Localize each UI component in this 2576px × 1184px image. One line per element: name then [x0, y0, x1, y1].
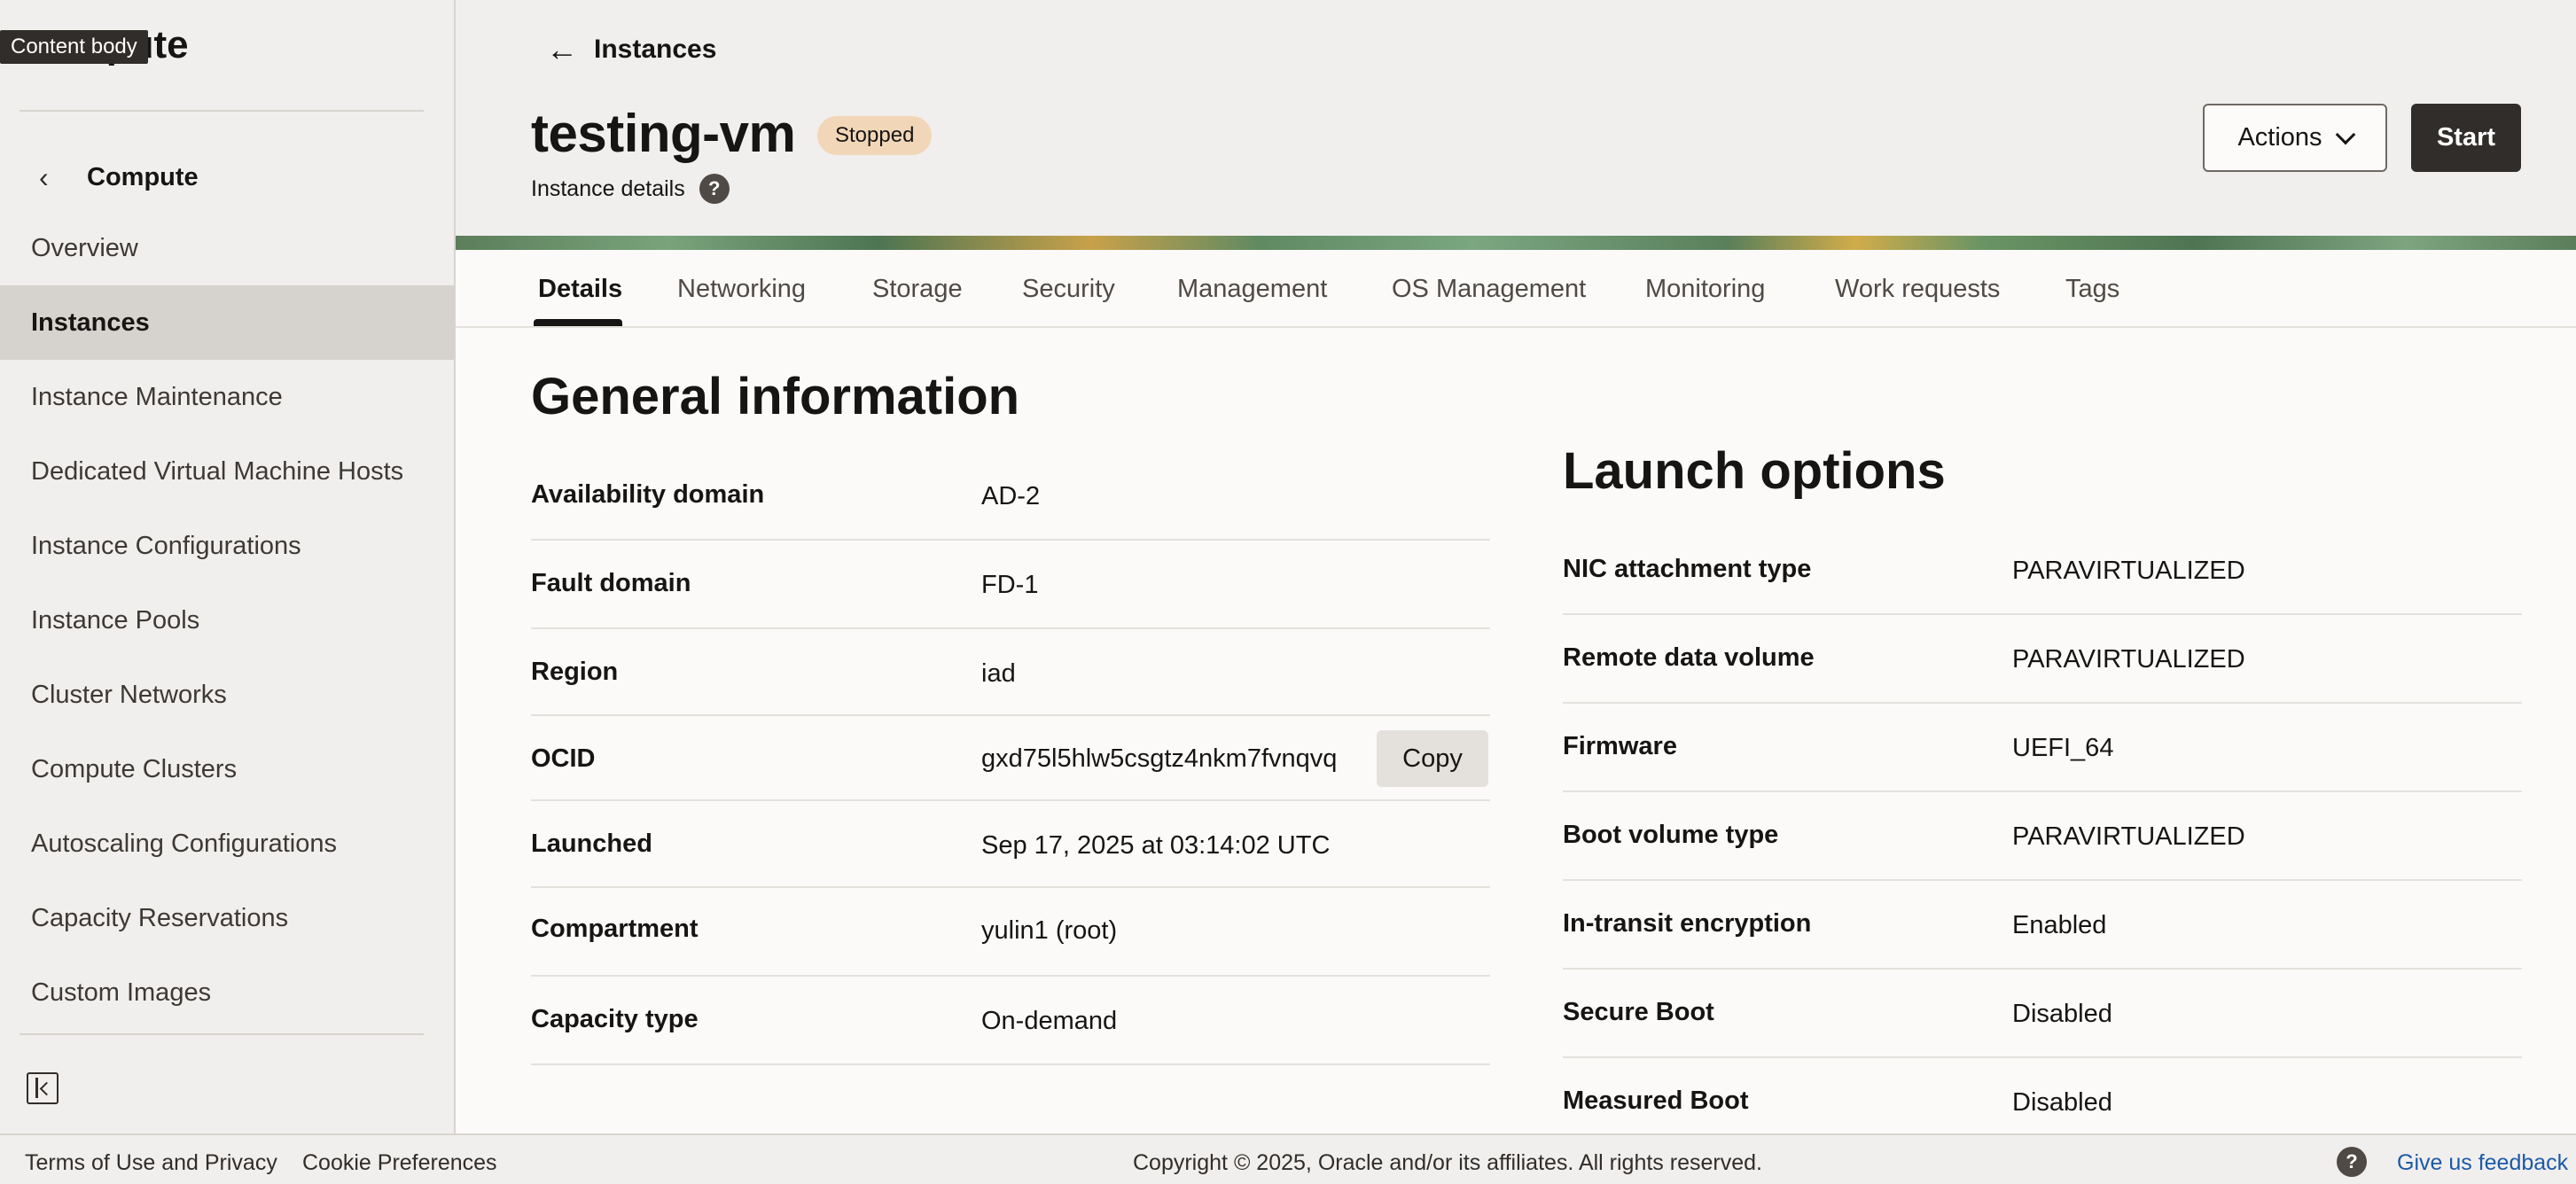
- kv-value: FD-1: [981, 571, 1039, 599]
- copy-ocid-button[interactable]: Copy: [1377, 730, 1488, 787]
- sidebar-nav: Overview Instances Instance Maintenance …: [0, 211, 454, 1030]
- kv-value: Disabled: [2012, 1000, 2112, 1028]
- status-badge: Stopped: [817, 116, 933, 155]
- kv-label: OCID: [531, 744, 596, 773]
- kv-value: yulin1 (root): [981, 916, 1118, 945]
- general-info-title: General information: [531, 368, 1020, 425]
- kv-label: Region: [531, 658, 619, 686]
- sidebar-item-custom-images[interactable]: Custom Images: [0, 955, 454, 1030]
- launch-options-title: Launch options: [1563, 442, 1946, 500]
- collapse-sidebar-icon[interactable]: [27, 1072, 59, 1104]
- sidebar-item-compute-clusters[interactable]: Compute Clusters: [0, 732, 454, 806]
- give-feedback-link[interactable]: Give us feedback: [2397, 1150, 2568, 1176]
- tab-management[interactable]: Management: [1177, 275, 1327, 304]
- actions-label: Actions: [2237, 123, 2322, 152]
- tab-os-management[interactable]: OS Management: [1392, 275, 1586, 304]
- ocid-value: gxd75l5hlw5csgtz4nkm7fvnqvq: [981, 744, 1338, 773]
- kv-label: Boot volume type: [1563, 821, 1779, 849]
- kv-value: PARAVIRTUALIZED: [2012, 557, 2245, 585]
- kv-label: Remote data volume: [1563, 643, 1815, 672]
- active-tab-indicator: [534, 319, 622, 326]
- sidebar-item-instance-configurations[interactable]: Instance Configurations: [0, 509, 454, 583]
- kv-row-firmware: Firmware UEFI_64: [1563, 704, 2522, 792]
- kv-value: AD-2: [981, 482, 1041, 510]
- terms-link[interactable]: Terms of Use and Privacy: [25, 1150, 277, 1176]
- kv-row-measured-boot: Measured Boot Disabled: [1563, 1058, 2522, 1133]
- kv-row-secure-boot: Secure Boot Disabled: [1563, 970, 2522, 1058]
- tab-monitoring[interactable]: Monitoring: [1645, 275, 1765, 304]
- help-icon[interactable]: ?: [2337, 1147, 2367, 1177]
- main-area: ← Instances testing-vm Stopped Instance …: [456, 0, 2576, 1133]
- kv-label: Fault domain: [531, 569, 691, 597]
- cookie-preferences-link[interactable]: Cookie Preferences: [302, 1150, 497, 1176]
- kv-row-in-transit-encryption: In-transit encryption Enabled: [1563, 881, 2522, 970]
- sidebar-item-overview[interactable]: Overview: [0, 211, 454, 285]
- sidebar-item-cluster-networks[interactable]: Cluster Networks: [0, 658, 454, 732]
- kv-row-boot-volume-type: Boot volume type PARAVIRTUALIZED: [1563, 792, 2522, 881]
- kv-value: On-demand: [981, 1007, 1118, 1035]
- copyright-text: Copyright © 2025, Oracle and/or its affi…: [1133, 1150, 1762, 1175]
- kv-value: Sep 17, 2025 at 03:14:02 UTC: [981, 831, 1331, 860]
- kv-value: PARAVIRTUALIZED: [2012, 645, 2245, 674]
- kv-label: NIC attachment type: [1563, 555, 1812, 583]
- sidebar-item-instance-maintenance[interactable]: Instance Maintenance: [0, 360, 454, 434]
- kv-row-capacity-type: Capacity type On-demand: [531, 977, 1490, 1065]
- tab-details[interactable]: Details: [538, 275, 622, 304]
- footer: Terms of Use and Privacy Cookie Preferen…: [0, 1133, 2576, 1184]
- sidebar-item-capacity-reservations[interactable]: Capacity Reservations: [0, 881, 454, 955]
- page-subtitle: Instance details ?: [531, 174, 730, 204]
- kv-value: Enabled: [2012, 911, 2107, 939]
- start-button[interactable]: Start: [2411, 104, 2521, 172]
- kv-row-fault-domain: Fault domain FD-1: [531, 541, 1490, 629]
- kv-row-nic-attachment: NIC attachment type PARAVIRTUALIZED: [1563, 526, 2522, 615]
- page-title: testing-vm: [531, 104, 796, 163]
- sidebar-item-instances[interactable]: Instances: [0, 285, 454, 360]
- kv-value: PARAVIRTUALIZED: [2012, 822, 2245, 851]
- decorative-banner: [456, 236, 2576, 250]
- sidebar-divider-top: [20, 110, 424, 112]
- kv-value: iad: [981, 659, 1016, 688]
- tab-work-requests[interactable]: Work requests: [1835, 275, 2000, 304]
- kv-row-compartment: Compartment yulin1 (root): [531, 888, 1490, 977]
- details-content: General information Availability domain …: [456, 328, 2576, 1133]
- kv-row-launched: Launched Sep 17, 2025 at 03:14:02 UTC: [531, 801, 1490, 888]
- kv-label: Availability domain: [531, 480, 765, 509]
- sidebar-divider-bottom: [20, 1033, 424, 1035]
- help-icon[interactable]: ?: [699, 174, 730, 204]
- sidebar-back-button[interactable]: ‹ Compute: [39, 158, 199, 197]
- kv-label: Firmware: [1563, 732, 1677, 760]
- back-to-instances-link[interactable]: ← Instances: [546, 34, 716, 66]
- sidebar-item-instance-pools[interactable]: Instance Pools: [0, 583, 454, 658]
- chevron-down-icon: [2335, 124, 2355, 144]
- sidebar-back-label: Compute: [87, 162, 199, 191]
- sidebar-item-dedicated-vm-hosts[interactable]: Dedicated Virtual Machine Hosts: [0, 434, 454, 509]
- kv-label: Secure Boot: [1563, 998, 1714, 1026]
- kv-label: Measured Boot: [1563, 1087, 1749, 1115]
- kv-row-remote-data-volume: Remote data volume PARAVIRTUALIZED: [1563, 615, 2522, 704]
- tab-security[interactable]: Security: [1022, 275, 1115, 304]
- kv-row-ocid: OCID gxd75l5hlw5csgtz4nkm7fvnqvq Copy: [531, 716, 1490, 801]
- tab-networking[interactable]: Networking: [677, 275, 806, 304]
- kv-value: Disabled: [2012, 1088, 2112, 1117]
- subtitle-label: Instance details: [531, 175, 685, 201]
- kv-label: In-transit encryption: [1563, 909, 1812, 938]
- actions-button[interactable]: Actions: [2203, 104, 2387, 172]
- kv-label: Capacity type: [531, 1005, 699, 1033]
- kv-label: Compartment: [531, 915, 699, 943]
- sidebar-item-autoscaling-configurations[interactable]: Autoscaling Configurations: [0, 806, 454, 881]
- tab-storage[interactable]: Storage: [872, 275, 963, 304]
- tab-bar: Details Networking Storage Security Mana…: [456, 250, 2576, 328]
- kv-label: Launched: [531, 830, 652, 858]
- arrow-left-icon: ←: [546, 31, 578, 67]
- back-link-label: Instances: [594, 35, 717, 64]
- sidebar: Compute Content body ‹ Compute Overview …: [0, 0, 456, 1133]
- tooltip: Content body: [0, 30, 148, 64]
- kv-value: UEFI_64: [2012, 734, 2114, 762]
- chevron-left-icon: ‹: [39, 160, 49, 193]
- kv-row-availability-domain: Availability domain AD-2: [531, 452, 1490, 541]
- tab-tags[interactable]: Tags: [2065, 275, 2119, 304]
- kv-row-region: Region iad: [531, 629, 1490, 716]
